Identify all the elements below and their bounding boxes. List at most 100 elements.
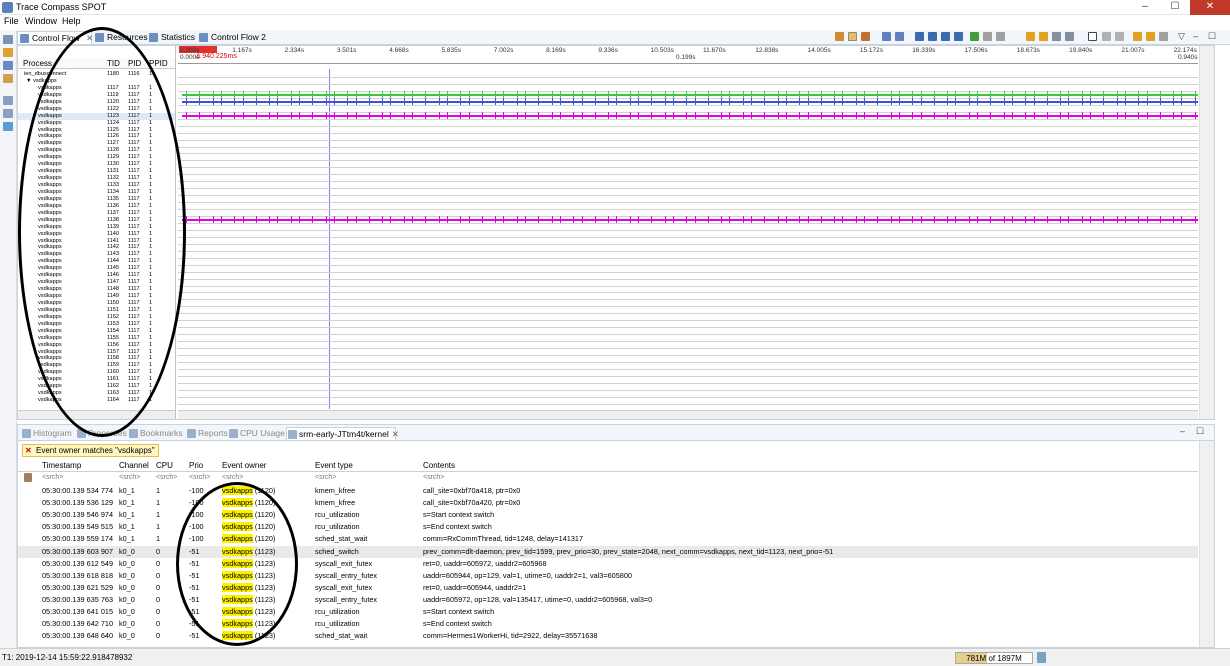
tree-row[interactable]: vsdkapps 1117 1117 1 [18,85,175,92]
tree-row[interactable]: vsdkapps 1130 1117 1 [18,161,175,168]
tree-row[interactable]: vsdkapps 1120 1117 1 [18,99,175,106]
tab-properties[interactable]: Properties [76,427,136,440]
tree-row[interactable]: vsdkapps 1137 1117 1 [18,210,175,217]
event-row[interactable]: 05:30:00.139 642 710 k0_0 0 -51 vsdkapps (112… [18,618,1198,630]
search-timestamp[interactable]: <srch> [42,472,63,484]
events-vertical-scrollbar[interactable] [1199,441,1214,647]
event-row[interactable]: 05:30:00.139 559 174 k0_1 1 -100 vsdkapps (11… [18,533,1198,545]
timeline-vertical-scrollbar[interactable] [1199,46,1214,419]
remove-filter-icon[interactable]: ✕ [25,445,32,456]
tree-row[interactable]: vsdkapps 1132 1117 1 [18,175,175,182]
tree-row[interactable]: vsdkapps 1133 1117 1 [18,182,175,189]
timeline-horizontal-scrollbar[interactable] [178,410,1198,419]
tree-row[interactable]: vsdkapps 1145 1117 1 [18,265,175,272]
hide-arrows-icon[interactable] [983,32,992,41]
pin-view-icon[interactable] [1088,32,1097,41]
timeline-row[interactable] [178,335,1198,343]
zoom-in-icon[interactable] [1052,32,1061,41]
column-cpu[interactable]: CPU [156,461,173,470]
timeline-row[interactable] [178,78,1198,85]
event-row[interactable]: 05:30:00.139 549 515 k0_1 1 -100 vsdkapps (11… [18,521,1198,533]
timeline-row[interactable] [178,106,1198,113]
event-row[interactable]: 05:30:00.139 536 129 k0_1 1 -100 vsdkapps (11… [18,497,1198,509]
timeline-row[interactable] [178,391,1198,398]
tree-row[interactable]: vsdkapps 1140 1117 1 [18,231,175,238]
timeline-row[interactable] [178,161,1198,169]
timeline-row[interactable] [178,349,1198,356]
event-row[interactable]: 05:30:00.139 534 774 k0_1 1 -100 vsdkapps (11… [18,485,1198,497]
tree-row[interactable]: vsdkapps 1157 1117 1 [18,349,175,356]
previous-marker-icon[interactable] [1133,32,1142,41]
menu-file[interactable]: File [4,16,19,26]
tree-row[interactable]: vsdkapps 1125 1117 1 [18,127,175,134]
column-channel[interactable]: Channel [119,461,149,470]
event-row[interactable]: 05:30:00.139 612 549 k0_0 0 -51 vsdkapps (112… [18,558,1198,570]
settings-icon[interactable] [3,122,13,131]
tab-statistics[interactable]: Statistics [147,31,202,44]
tree-row[interactable]: vsdkapps 1127 1117 1 [18,140,175,147]
timeline-row[interactable] [178,328,1198,336]
tree-row[interactable]: ▼ vsdkapps [18,78,175,85]
timeline-row[interactable] [178,231,1198,238]
maximize-view-icon[interactable]: ☐ [1196,426,1204,437]
timeline-row[interactable] [178,238,1198,245]
tree-horizontal-scrollbar[interactable] [18,410,175,419]
tree-row[interactable]: vsdkapps 1146 1117 1 [18,272,175,279]
timeline-row[interactable] [178,147,1198,155]
timeline-row[interactable] [178,252,1198,259]
column-ppid[interactable]: PPID [149,59,168,68]
timeline-row[interactable] [178,293,1198,301]
folder-icon[interactable] [3,48,13,57]
tree-row[interactable]: vsdkapps 1155 1117 1 [18,335,175,342]
timeline-row[interactable] [178,259,1198,266]
close-button[interactable]: ✕ [1190,0,1230,15]
column-process[interactable]: Process [23,59,52,68]
maximize-view-icon[interactable]: ☐ [1208,31,1216,42]
column-prio[interactable]: Prio [189,461,203,470]
timeline-row[interactable] [178,210,1198,217]
filter-chip[interactable]: ✕ Event owner matches "vsdkapps" [22,444,159,457]
select-previous-icon[interactable] [915,32,924,41]
column-pid[interactable]: PID [128,59,141,68]
tree-row[interactable]: vsdkapps 1160 1117 1 [18,369,175,376]
menu-help[interactable]: Help [62,16,81,26]
view-icon[interactable] [3,96,13,105]
event-row[interactable]: 05:30:00.139 618 818 k0_0 0 -51 vsdkapps (112… [18,570,1198,582]
search-prio[interactable]: <srch> [189,472,210,484]
expand-icon[interactable] [882,32,891,41]
tab-bookmarks[interactable]: Bookmarks [128,427,183,440]
timeline-row[interactable] [178,85,1198,92]
tree-row[interactable]: vsdkapps 1154 1117 1 [18,328,175,335]
event-row[interactable]: 05:30:00.139 621 529 k0_0 0 -51 vsdkapps (112… [18,582,1198,594]
search-event-owner[interactable]: <srch> [222,472,243,484]
timeline-row[interactable] [178,363,1198,370]
follow-arrows-icon[interactable] [970,32,979,41]
timeline-row[interactable] [178,398,1198,405]
time-ruler[interactable]: Δ 940.225ms 0.000s 0.199s 0.940s 0.000s 1… [178,46,1198,64]
timeline-row[interactable] [178,134,1198,141]
tree-row[interactable]: vsdkapps 1119 1117 1 [18,92,175,99]
tree-row[interactable]: vsdkapps 1164 1117 1 [18,397,175,404]
navigate-forward-icon[interactable] [1115,32,1124,41]
previous-event-icon[interactable] [1026,32,1035,41]
timeline-row[interactable] [178,266,1198,273]
tree-row[interactable]: vsdkapps 1156 1117 1 [18,342,175,349]
timeline-row[interactable] [178,215,1198,224]
tab-control-flow-2[interactable]: Control Flow 2 [197,31,272,44]
tab-close-icon[interactable]: ✕ [392,429,399,439]
timeline-row[interactable] [178,370,1198,377]
tree-row[interactable]: vsdkapps 1129 1117 1 [18,154,175,161]
tab-reports[interactable]: Reports [186,427,231,440]
search-channel[interactable]: <srch> [119,472,140,484]
tree-row[interactable]: ien_dbusconnect 1180 1116 1 [18,71,175,78]
column-timestamp[interactable]: Timestamp [42,461,81,470]
timeline-row[interactable] [178,203,1198,211]
maximize-button[interactable]: ☐ [1160,0,1190,15]
search-contents[interactable]: <srch> [423,472,444,484]
heap-status[interactable]: 781M of 1897M [955,652,1033,664]
tree-row[interactable]: vsdkapps 1161 1117 1 [18,376,175,383]
project-icon[interactable] [3,61,13,70]
tree-row[interactable]: vsdkapps 1138 1117 1 [18,217,175,224]
tree-row[interactable]: vsdkapps 1148 1117 1 [18,286,175,293]
timeline-area[interactable] [178,69,1198,409]
